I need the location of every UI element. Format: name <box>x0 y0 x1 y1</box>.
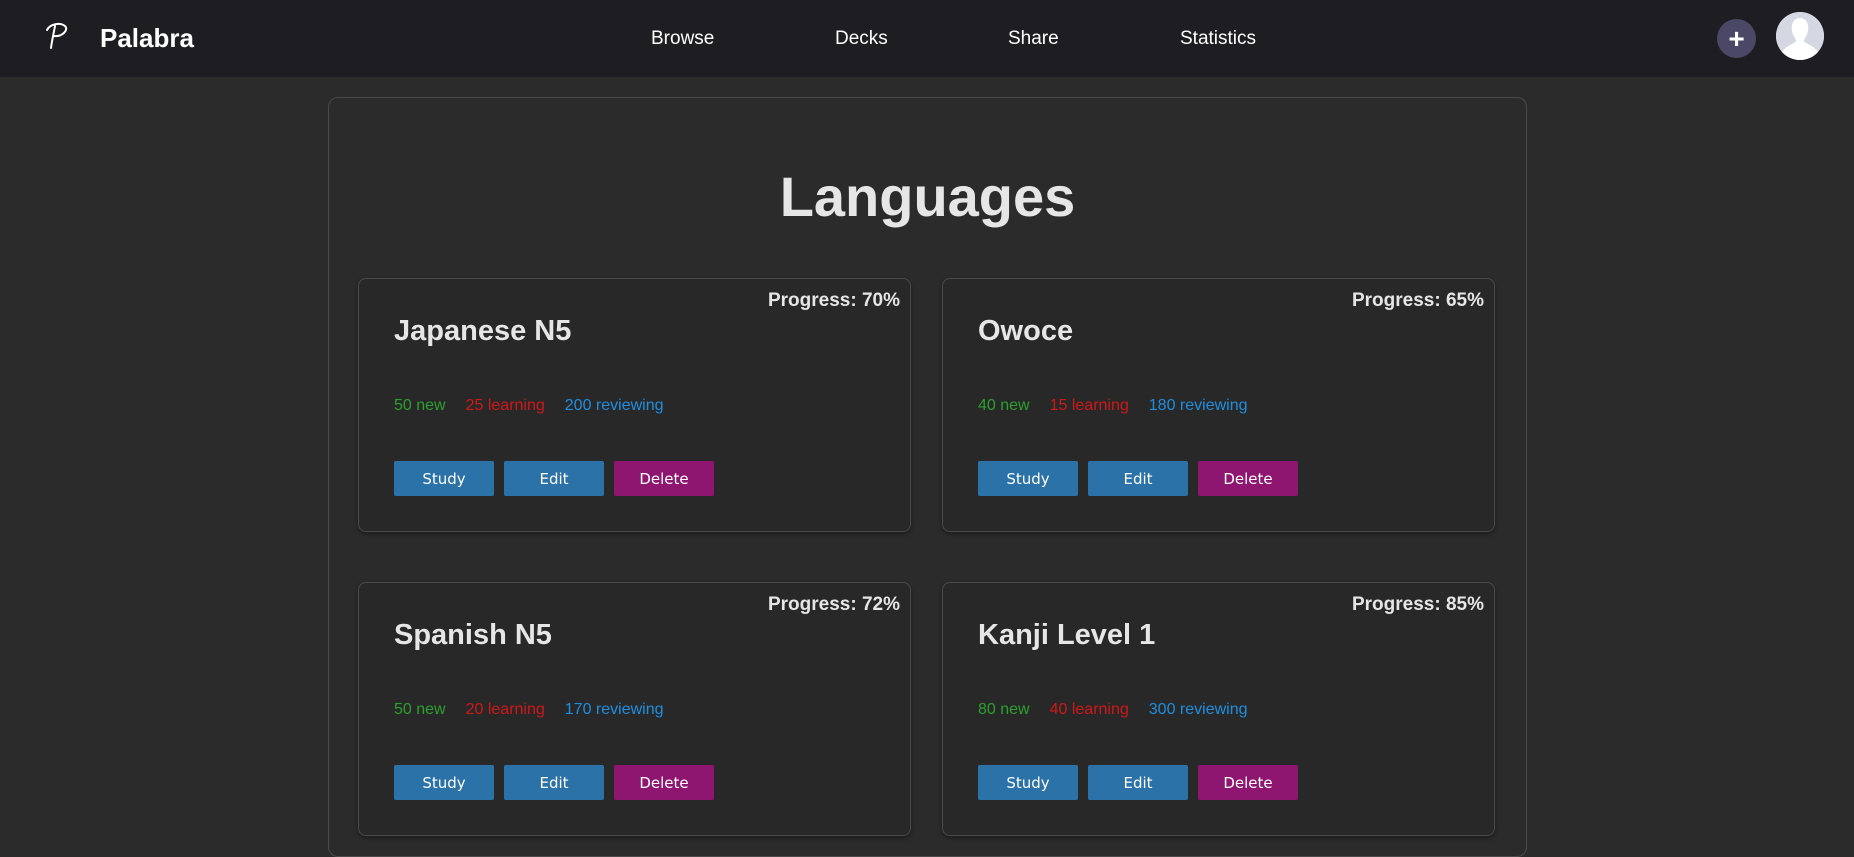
new-count: 50 new <box>394 397 446 414</box>
plus-icon: + <box>1728 22 1745 54</box>
deck-title: Kanji Level 1 <box>978 619 1156 651</box>
deck-progress: Progress: 70% <box>767 290 900 311</box>
delete-button[interactable]: Delete <box>1198 461 1298 496</box>
new-count: 50 new <box>394 701 446 718</box>
deck-stats: 80 new 40 learning 300 reviewing <box>978 701 1248 719</box>
palabra-logo-icon[interactable] <box>42 20 72 52</box>
study-button[interactable]: Study <box>394 765 494 800</box>
deck-card: Progress: 65% Owoce 40 new 15 learning 1… <box>942 278 1495 532</box>
deck-actions: Study Edit Delete <box>394 461 714 496</box>
deck-actions: Study Edit Delete <box>978 461 1298 496</box>
add-deck-button[interactable]: + <box>1717 19 1756 58</box>
edit-button[interactable]: Edit <box>1088 461 1188 496</box>
deck-title: Japanese N5 <box>394 315 572 347</box>
nav-decks-link[interactable]: Decks <box>835 28 888 50</box>
reviewing-count: 300 reviewing <box>1148 701 1248 718</box>
nav-browse-link[interactable]: Browse <box>651 28 714 50</box>
reviewing-count: 170 reviewing <box>564 701 664 718</box>
new-count: 40 new <box>978 397 1030 414</box>
learning-count: 15 learning <box>1049 397 1129 414</box>
study-button[interactable]: Study <box>978 461 1078 496</box>
deck-progress: Progress: 72% <box>767 594 900 615</box>
deck-actions: Study Edit Delete <box>978 765 1298 800</box>
deck-card: Progress: 85% Kanji Level 1 80 new 40 le… <box>942 582 1495 836</box>
top-navbar: Palabra Browse Decks Share Statistics + <box>0 0 1854 77</box>
deck-stats: 50 new 25 learning 200 reviewing <box>394 397 664 415</box>
deck-title: Spanish N5 <box>394 619 552 651</box>
user-avatar-icon[interactable] <box>1776 12 1824 60</box>
deck-actions: Study Edit Delete <box>394 765 714 800</box>
study-button[interactable]: Study <box>394 461 494 496</box>
reviewing-count: 180 reviewing <box>1148 397 1248 414</box>
deck-card: Progress: 70% Japanese N5 50 new 25 lear… <box>358 278 911 532</box>
nav-share-link[interactable]: Share <box>1008 28 1059 50</box>
deck-progress: Progress: 65% <box>1351 290 1484 311</box>
edit-button[interactable]: Edit <box>504 765 604 800</box>
deck-title: Owoce <box>978 315 1074 347</box>
deck-stats: 50 new 20 learning 170 reviewing <box>394 701 664 719</box>
learning-count: 25 learning <box>465 397 545 414</box>
learning-count: 40 learning <box>1049 701 1129 718</box>
learning-count: 20 learning <box>465 701 545 718</box>
deck-progress: Progress: 85% <box>1351 594 1484 615</box>
deck-card: Progress: 72% Spanish N5 50 new 20 learn… <box>358 582 911 836</box>
delete-button[interactable]: Delete <box>614 765 714 800</box>
deck-stats: 40 new 15 learning 180 reviewing <box>978 397 1248 415</box>
page-title: Languages <box>779 165 1076 228</box>
reviewing-count: 200 reviewing <box>564 397 664 414</box>
brand-name[interactable]: Palabra <box>100 23 194 54</box>
new-count: 80 new <box>978 701 1030 718</box>
study-button[interactable]: Study <box>978 765 1078 800</box>
nav-statistics-link[interactable]: Statistics <box>1180 28 1256 50</box>
edit-button[interactable]: Edit <box>1088 765 1188 800</box>
delete-button[interactable]: Delete <box>1198 765 1298 800</box>
edit-button[interactable]: Edit <box>504 461 604 496</box>
delete-button[interactable]: Delete <box>614 461 714 496</box>
